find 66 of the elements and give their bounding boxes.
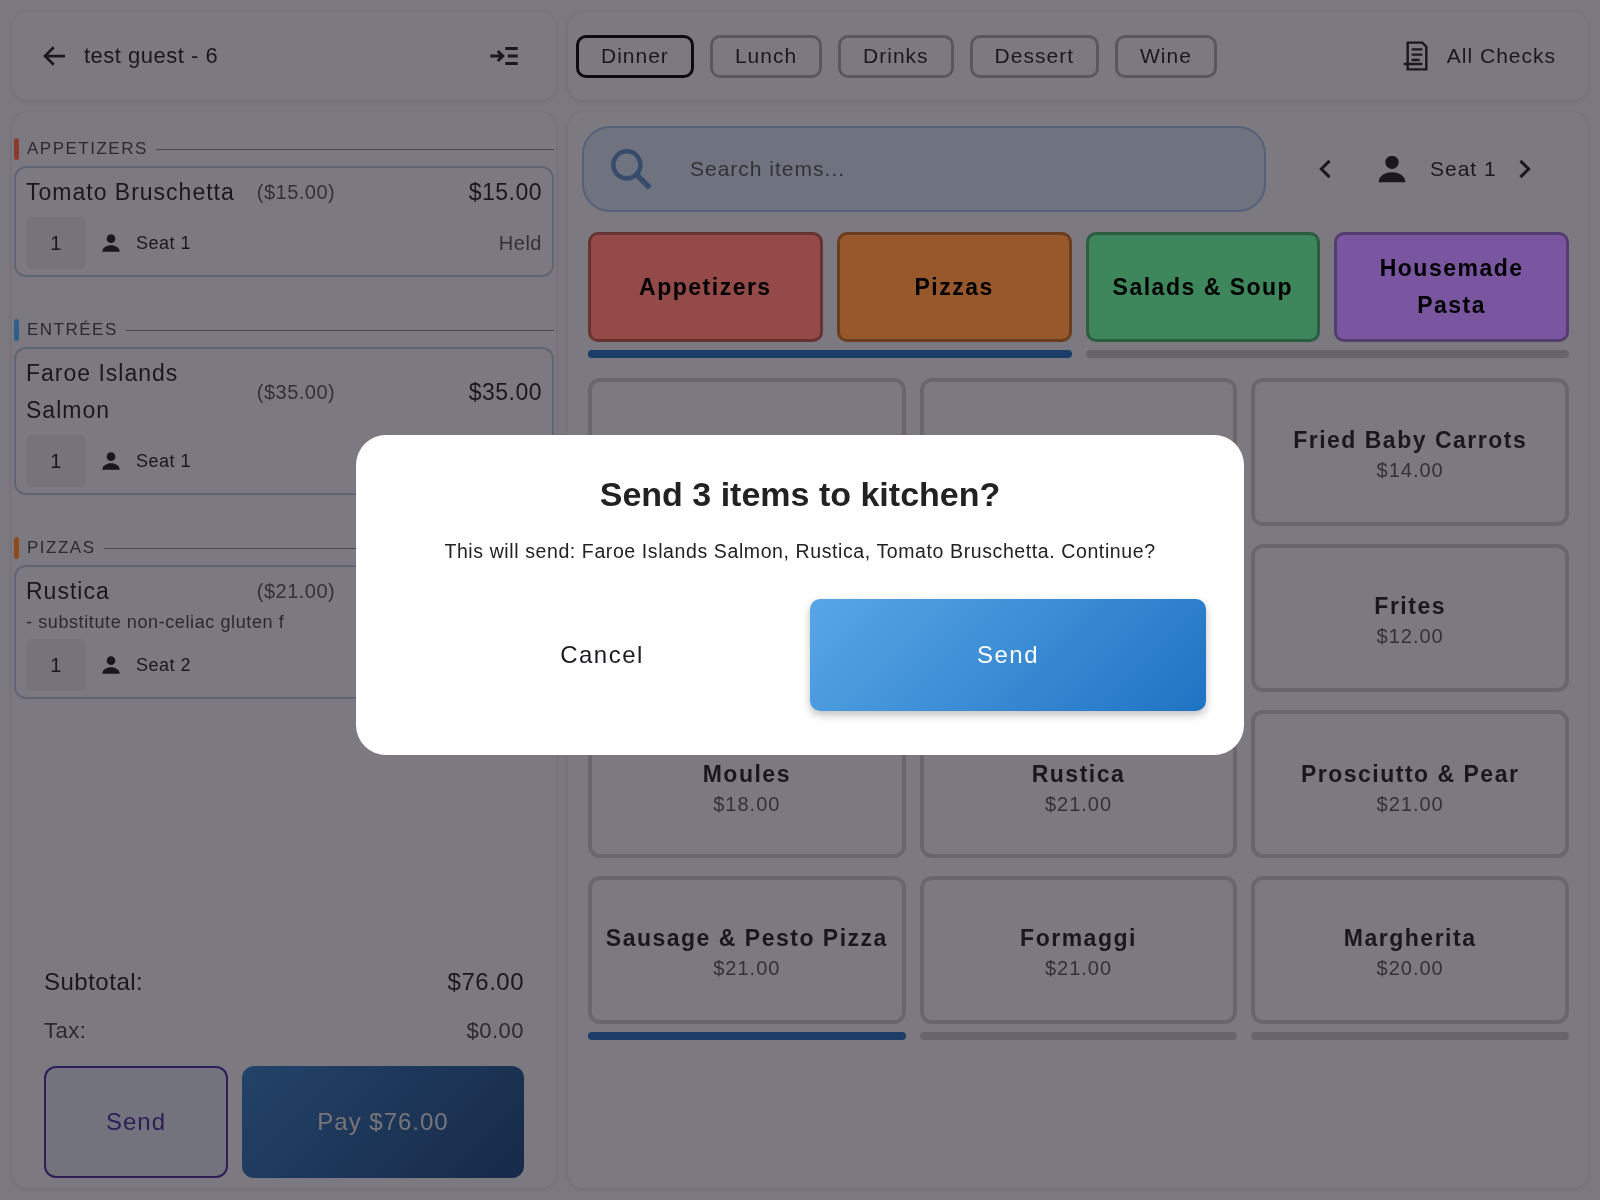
item-note: - substitute non-celiac gluten f — [26, 612, 286, 633]
dialog-message: This will send: Faroe Islands Salmon, Rustica, Tomato Bruschetta. Continue? — [444, 540, 1156, 563]
menu-tab[interactable]: Lunch — [709, 34, 823, 78]
send-button[interactable]: Send — [44, 1066, 228, 1178]
quantity-field[interactable]: 1 — [26, 639, 86, 691]
seat-label: Seat 1 — [136, 232, 192, 254]
total-label: Tax: — [44, 1018, 87, 1044]
menu-tab[interactable]: Wine — [1114, 34, 1217, 78]
menu-item-name: Formaggi — [1020, 924, 1137, 953]
menu-item-name: Frites — [1374, 592, 1446, 621]
item-price: $35.00 — [467, 378, 542, 406]
menu-item-card[interactable]: Sausage & Pesto Pizza $21.00 — [588, 876, 906, 1024]
menu-item-price: $12.00 — [1376, 625, 1444, 648]
total-label: Subtotal: — [44, 968, 144, 996]
original-price: ($15.00) — [255, 181, 337, 204]
menu-item-price: $21.00 — [1044, 957, 1113, 980]
quantity-field[interactable]: 1 — [26, 435, 86, 487]
menu-item-card[interactable]: Prosciutto & Pear $21.00 — [1251, 710, 1569, 858]
menu-item-card[interactable]: Fried Baby Carrots $14.00 — [1251, 378, 1569, 526]
menu-item-card[interactable]: Frites $12.00 — [1251, 544, 1569, 692]
item-name: Faroe Islands Salmon — [26, 359, 180, 425]
total-value: $0.00 — [466, 1018, 524, 1044]
all-checks-button[interactable]: All Checks — [1394, 38, 1562, 74]
menu-item-card[interactable]: Formaggi $21.00 — [919, 876, 1238, 1024]
menu-item-price: $21.00 — [713, 957, 781, 980]
section-title: APPETIZERS — [27, 139, 148, 159]
pay-button[interactable]: Pay $76.00 — [242, 1066, 524, 1178]
category-button[interactable]: Housemade Pasta — [1334, 232, 1569, 342]
page-indicator[interactable] — [588, 350, 1072, 358]
quantity-field[interactable]: 1 — [26, 217, 86, 269]
menu-item-price: $14.00 — [1376, 459, 1444, 482]
search-field[interactable]: Search items... — [582, 126, 1266, 212]
seat-label: Seat 2 — [136, 654, 192, 676]
item-name: Rustica — [26, 577, 111, 606]
category-button[interactable]: Pizzas — [836, 232, 1072, 342]
section-title: ENTRÉES — [27, 320, 118, 340]
menu-item-name: Fried Baby Carrots — [1293, 426, 1528, 455]
menu-item-price: $18.00 — [713, 793, 781, 816]
section-title: PIZZAS — [27, 538, 96, 558]
menu-item-name: Prosciutto & Pear — [1300, 760, 1520, 789]
category-button[interactable]: Salads & Soup — [1085, 232, 1321, 342]
menu-tab[interactable]: Dessert — [969, 34, 1099, 78]
menu-item-price: $20.00 — [1376, 957, 1444, 980]
send-button[interactable]: Send — [810, 599, 1206, 711]
total-value: $76.00 — [447, 968, 524, 996]
menu-item-card[interactable]: Margherita $20.00 — [1251, 876, 1569, 1024]
menu-tab[interactable]: Drinks — [838, 34, 954, 78]
page-indicator[interactable] — [588, 1032, 906, 1040]
menu-item-name: Margherita — [1343, 924, 1477, 953]
menu-item-name: Moules — [702, 760, 791, 789]
category-button[interactable]: Appetizers — [588, 232, 823, 342]
menu-item-price: $21.00 — [1044, 793, 1113, 816]
dialog-title: Send 3 items to kitchen? — [599, 475, 1001, 514]
menu-item-name: Rustica — [1031, 760, 1126, 789]
item-status: Held — [497, 231, 542, 255]
original-price: ($35.00) — [255, 380, 337, 404]
original-price: ($21.00) — [255, 580, 337, 603]
menu-tab[interactable]: Dinner — [576, 34, 694, 78]
menu-item-name: Sausage & Pesto Pizza — [605, 924, 888, 953]
order-item-card[interactable]: Tomato Bruschetta ($15.00) $15.00 1 Seat 1 Held — [14, 166, 554, 277]
item-name: Tomato Bruschetta — [26, 178, 236, 207]
guest-title: test guest - 6 — [84, 43, 220, 69]
item-price: $15.00 — [467, 179, 542, 206]
menu-item-price: $21.00 — [1376, 793, 1444, 816]
seat-label: Seat 1 — [136, 450, 192, 472]
seat-label: Seat 1 — [1430, 157, 1498, 181]
